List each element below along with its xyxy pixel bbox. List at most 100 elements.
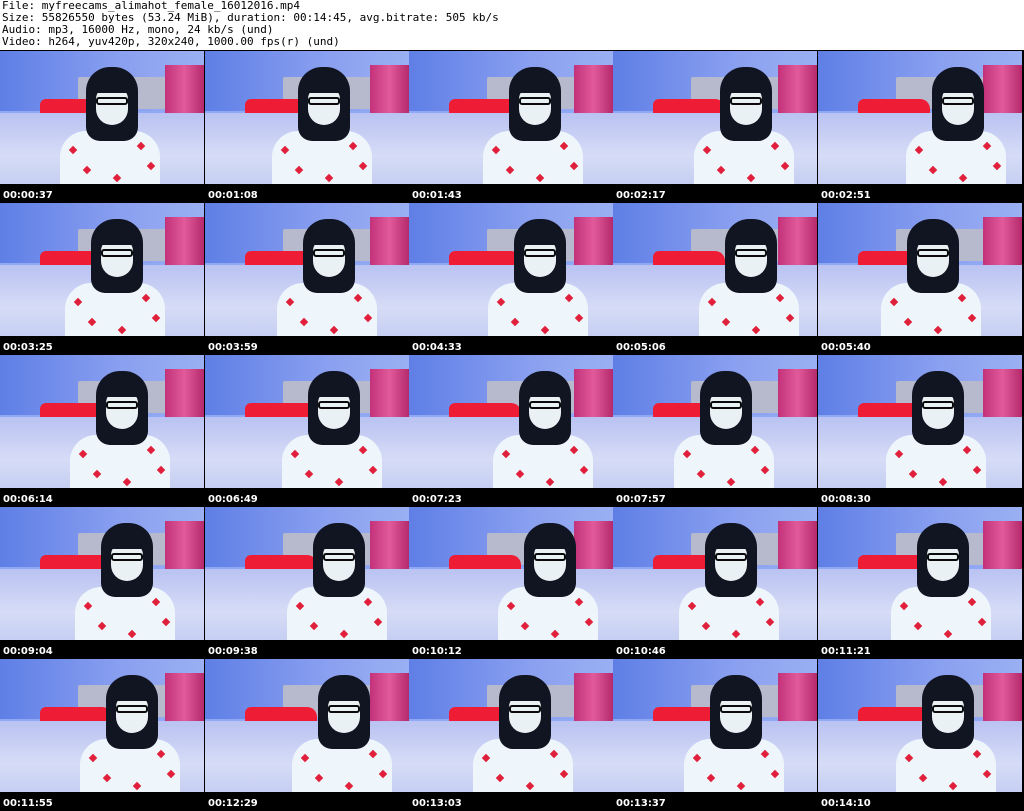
thumbnail-timestamp: 00:08:30 — [821, 494, 871, 505]
thumbnail-cell[interactable]: 00:12:29 — [205, 659, 409, 811]
video-frame-thumbnail — [613, 355, 817, 488]
thumbnail-cell[interactable]: 00:11:55 — [0, 659, 204, 811]
thumbnail-cell[interactable]: 00:05:40 — [818, 203, 1022, 355]
thumbnail-cell[interactable]: 00:03:59 — [205, 203, 409, 355]
thumbnail-timestamp: 00:06:49 — [208, 494, 258, 505]
glasses-shape — [917, 249, 949, 257]
glasses-shape — [529, 401, 561, 409]
thumbnail-cell[interactable]: 00:00:37 — [0, 51, 204, 203]
thumbnail-cell[interactable]: 00:04:33 — [409, 203, 613, 355]
glasses-shape — [116, 705, 148, 713]
thumbnail-cell[interactable]: 00:11:21 — [818, 507, 1022, 659]
thumbnail-cell[interactable]: 00:01:08 — [205, 51, 409, 203]
thumbnail-timestamp: 00:13:03 — [412, 798, 462, 809]
glasses-shape — [524, 249, 556, 257]
thumbnail-cell[interactable]: 00:05:06 — [613, 203, 817, 355]
video-frame-thumbnail — [205, 51, 409, 184]
video-frame-thumbnail — [409, 203, 613, 336]
thumbnail-timestamp: 00:04:33 — [412, 342, 462, 353]
video-frame-thumbnail — [0, 355, 204, 488]
glasses-shape — [715, 553, 747, 561]
glasses-shape — [318, 401, 350, 409]
thumbnail-timestamp: 00:02:17 — [616, 190, 666, 201]
glasses-shape — [96, 97, 128, 105]
thumbnail-timestamp: 00:06:14 — [3, 494, 53, 505]
glasses-shape — [328, 705, 360, 713]
thumbnail-timestamp: 00:00:37 — [3, 190, 53, 201]
glasses-shape — [720, 705, 752, 713]
thumbnail-cell[interactable]: 00:10:46 — [613, 507, 817, 659]
thumbnail-timestamp: 00:13:37 — [616, 798, 666, 809]
glasses-shape — [111, 553, 143, 561]
thumbnail-cell[interactable]: 00:03:25 — [0, 203, 204, 355]
thumbnail-timestamp: 00:01:08 — [208, 190, 258, 201]
thumbnail-cell[interactable]: 00:13:37 — [613, 659, 817, 811]
video-frame-thumbnail — [613, 507, 817, 640]
video-frame-thumbnail — [409, 355, 613, 488]
thumbnail-timestamp: 00:07:57 — [616, 494, 666, 505]
thumbnail-timestamp: 00:09:38 — [208, 646, 258, 657]
thumbnail-timestamp: 00:05:06 — [616, 342, 666, 353]
thumbnail-timestamp: 00:05:40 — [821, 342, 871, 353]
video-frame-thumbnail — [818, 203, 1022, 336]
thumbnail-timestamp: 00:11:21 — [821, 646, 871, 657]
thumbnail-timestamp: 00:01:43 — [412, 190, 462, 201]
glasses-shape — [534, 553, 566, 561]
video-frame-thumbnail — [409, 51, 613, 184]
glasses-shape — [106, 401, 138, 409]
video-frame-thumbnail — [0, 203, 204, 336]
thumbnail-timestamp: 00:12:29 — [208, 798, 258, 809]
thumbnail-cell[interactable]: 00:01:43 — [409, 51, 613, 203]
glasses-shape — [942, 97, 974, 105]
thumbnail-cell[interactable]: 00:10:12 — [409, 507, 613, 659]
thumbnail-cell[interactable]: 00:06:14 — [0, 355, 204, 507]
video-frame-thumbnail — [205, 355, 409, 488]
video-info-line: Video: h264, yuv420p, 320x240, 1000.00 f… — [2, 35, 340, 48]
thumbnail-cell[interactable]: 00:07:57 — [613, 355, 817, 507]
thumbnail-timestamp: 00:09:04 — [3, 646, 53, 657]
glasses-shape — [323, 553, 355, 561]
thumbnail-cell[interactable]: 00:06:49 — [205, 355, 409, 507]
video-frame-thumbnail — [818, 355, 1022, 488]
thumbnail-cell[interactable]: 00:08:30 — [818, 355, 1022, 507]
thumbnail-cell[interactable]: 00:09:04 — [0, 507, 204, 659]
thumbnail-cell[interactable]: 00:02:17 — [613, 51, 817, 203]
video-frame-thumbnail — [613, 51, 817, 184]
glasses-shape — [710, 401, 742, 409]
video-frame-thumbnail — [0, 507, 204, 640]
thumbnail-cell[interactable]: 00:02:51 — [818, 51, 1022, 203]
thumbnail-timestamp: 00:07:23 — [412, 494, 462, 505]
glasses-shape — [313, 249, 345, 257]
thumbnail-cell[interactable]: 00:14:10 — [818, 659, 1022, 811]
glasses-shape — [735, 249, 767, 257]
glasses-shape — [927, 553, 959, 561]
video-frame-thumbnail — [205, 659, 409, 792]
thumbnail-cell[interactable]: 00:07:23 — [409, 355, 613, 507]
thumbnail-timestamp: 00:14:10 — [821, 798, 871, 809]
video-frame-thumbnail — [613, 659, 817, 792]
video-frame-thumbnail — [818, 51, 1022, 184]
glasses-shape — [730, 97, 762, 105]
thumbnail-timestamp: 00:11:55 — [3, 798, 53, 809]
video-frame-thumbnail — [818, 507, 1022, 640]
file-info-header: File: myfreecams_alimahot_female_1601201… — [0, 0, 1024, 50]
thumbnail-timestamp: 00:10:46 — [616, 646, 666, 657]
glasses-shape — [308, 97, 340, 105]
video-frame-thumbnail — [0, 659, 204, 792]
video-frame-thumbnail — [613, 203, 817, 336]
thumbnail-timestamp: 00:10:12 — [412, 646, 462, 657]
video-frame-thumbnail — [409, 507, 613, 640]
thumbnail-cell[interactable]: 00:13:03 — [409, 659, 613, 811]
glasses-shape — [932, 705, 964, 713]
video-frame-thumbnail — [205, 203, 409, 336]
thumbnail-timestamp: 00:02:51 — [821, 190, 871, 201]
thumbnail-cell[interactable]: 00:09:38 — [205, 507, 409, 659]
glasses-shape — [519, 97, 551, 105]
glasses-shape — [922, 401, 954, 409]
video-frame-thumbnail — [205, 507, 409, 640]
glasses-shape — [101, 249, 133, 257]
video-frame-thumbnail — [409, 659, 613, 792]
thumbnail-timestamp: 00:03:25 — [3, 342, 53, 353]
video-frame-thumbnail — [818, 659, 1022, 792]
video-frame-thumbnail — [0, 51, 204, 184]
